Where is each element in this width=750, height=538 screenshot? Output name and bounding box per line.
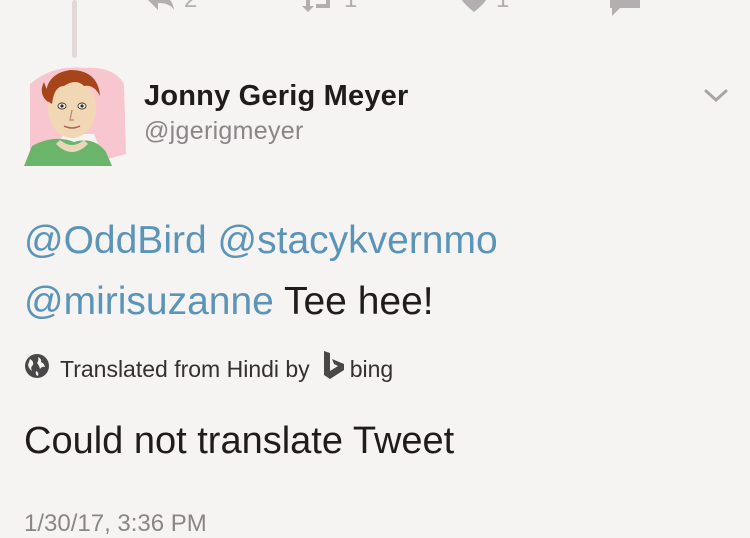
avatar[interactable] xyxy=(24,64,126,166)
tweet-timestamp: 1/30/17, 3:36 PM xyxy=(24,510,207,537)
tweet-body: @OddBird @stacykvernmo @mirisuzanne Tee … xyxy=(24,210,724,332)
translation-text: Could not translate Tweet xyxy=(24,420,455,462)
retweet-count: 1 xyxy=(344,0,357,14)
author-name[interactable]: Jonny Gerig Meyer xyxy=(144,80,409,113)
author-handle[interactable]: @jgerigmeyer xyxy=(144,117,304,146)
reply-icon xyxy=(146,0,176,12)
retweet-icon xyxy=(300,0,336,12)
tweet-options-button[interactable] xyxy=(704,88,728,109)
translation-attribution: Translated from Hindi by bing xyxy=(24,351,393,387)
like-icon xyxy=(460,0,488,12)
bing-logo-icon xyxy=(322,351,346,387)
chevron-down-icon xyxy=(704,89,728,108)
mention-link[interactable]: @OddBird xyxy=(24,219,207,262)
retweet-action[interactable]: 1 xyxy=(300,0,357,14)
globe-icon xyxy=(24,353,50,385)
reply-count: 2 xyxy=(184,0,197,14)
translator-name[interactable]: bing xyxy=(350,356,393,383)
translated-from-label: Translated from Hindi by xyxy=(60,355,310,382)
tweet-body-text: Tee hee! xyxy=(273,280,434,323)
direct-message-action[interactable] xyxy=(610,0,640,16)
reply-action[interactable]: 2 xyxy=(146,0,197,14)
mention-link[interactable]: @stacykvernmo xyxy=(218,219,498,262)
like-count: 1 xyxy=(496,0,509,14)
like-action[interactable]: 1 xyxy=(460,0,509,14)
previous-tweet-actions: 2 1 1 xyxy=(0,0,750,20)
direct-message-icon xyxy=(610,0,640,16)
mention-link[interactable]: @mirisuzanne xyxy=(24,280,274,323)
